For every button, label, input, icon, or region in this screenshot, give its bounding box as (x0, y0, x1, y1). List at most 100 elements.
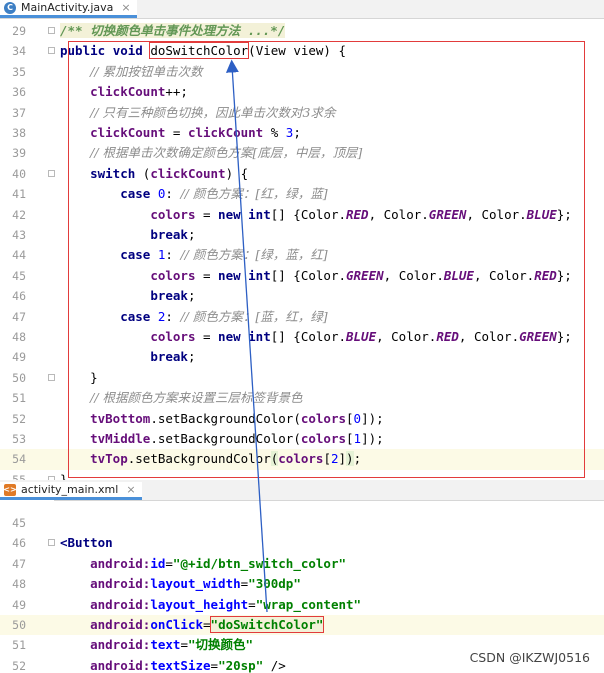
line-number: 50 (12, 618, 26, 632)
tab-label: activity_main.xml (21, 483, 119, 496)
code-line[interactable]: 37 // 只有三种颜色切换，因此单击次数对3求余 (0, 103, 604, 123)
line-number: 36 (12, 85, 26, 100)
line-number: 51 (12, 638, 26, 653)
xml-editor[interactable]: 45 46 <Button 47 android:id="@+id/btn_switc… (0, 500, 604, 673)
onclick-value-highlight: "doSwitchColor" (209, 616, 325, 633)
code-text: public void doSwitchColor(View view) { (60, 42, 347, 60)
tab-main-activity[interactable]: C MainActivity.java × (0, 0, 137, 18)
line-number: 38 (12, 126, 26, 140)
fold-marker-icon[interactable] (48, 539, 55, 547)
code-line[interactable]: 47 case 2: // 颜色方案：[蓝，红，绿] (0, 307, 604, 327)
tab-activity-main[interactable]: <> activity_main.xml × (0, 482, 142, 500)
line-number: 53 (12, 432, 26, 446)
code-line[interactable]: 42 colors = new int[] {Color.RED, Color.… (0, 205, 604, 225)
code-line[interactable]: 51 // 根据颜色方案来设置三层标签背景色 (0, 388, 604, 408)
code-line[interactable]: 36 clickCount++; (0, 82, 604, 102)
line-number: 48 (12, 577, 26, 592)
code-line[interactable]: 38 clickCount = clickCount % 3; (0, 123, 604, 143)
line-number: 34 (12, 44, 26, 59)
code-text: clickCount = clickCount % 3; (90, 125, 301, 140)
line-number: 48 (12, 330, 26, 344)
line-number: 44 (12, 248, 26, 263)
code-line[interactable]: 49 android:layout_height="wrap_content" (0, 595, 604, 615)
line-number: 54 (12, 452, 26, 467)
code-line[interactable]: 45 (0, 513, 604, 533)
fold-marker-icon[interactable] (48, 373, 55, 381)
code-line[interactable]: 45 colors = new int[] {Color.GREEN, Colo… (0, 266, 604, 286)
code-line[interactable]: 43 break; (0, 225, 604, 245)
code-text: android:id="@+id/btn_switch_color" (90, 555, 347, 571)
code-text: break; (150, 288, 196, 304)
code-text: clickCount++; (90, 84, 188, 100)
code-line[interactable]: 34 public void doSwitchColor(View view) { (0, 41, 604, 61)
code-line[interactable]: 48 android:layout_width="300dp" (0, 574, 604, 594)
code-line[interactable]: 46 <Button (0, 533, 604, 553)
line-number: 51 (12, 391, 26, 406)
line-number: 39 (12, 146, 26, 161)
code-line[interactable]: 40 switch (clickCount) { (0, 164, 604, 184)
line-number: 46 (12, 289, 26, 304)
code-line[interactable]: 50 android:onClick="doSwitchColor" (0, 615, 604, 636)
line-number: 42 (12, 207, 26, 222)
code-line[interactable]: 29 /** 切换颜色单击事件处理方法 ...*/ (0, 21, 604, 41)
line-number: 43 (12, 228, 26, 242)
line-number: 45 (12, 516, 26, 530)
line-number: 35 (12, 64, 26, 79)
line-number: 29 (12, 24, 26, 38)
code-text: /** 切换颜色单击事件处理方法 ...*/ (60, 23, 286, 38)
code-line[interactable]: 46 break; (0, 286, 604, 306)
close-icon[interactable]: × (121, 1, 130, 14)
line-number: 52 (12, 658, 26, 673)
fold-marker-icon[interactable] (48, 47, 55, 55)
code-line[interactable]: 55} (0, 470, 604, 480)
line-number: 41 (12, 187, 26, 202)
line-number: 49 (12, 597, 26, 612)
code-text: break; (150, 227, 196, 242)
code-text: // 只有三种颜色切换，因此单击次数对3求余 (90, 104, 336, 120)
line-number: 49 (12, 350, 26, 365)
code-text: case 0: // 颜色方案：[红，绿，蓝] (120, 186, 328, 202)
code-line[interactable]: 44 case 1: // 颜色方案：[绿，蓝，红] (0, 245, 604, 265)
line-number: 47 (12, 309, 26, 324)
code-line[interactable]: 49 break; (0, 347, 604, 367)
code-line[interactable]: 48 colors = new int[] {Color.BLUE, Color… (0, 327, 604, 347)
code-line[interactable]: 53 tvMiddle.setBackgroundColor(colors[1]… (0, 429, 604, 449)
fold-marker-icon[interactable] (48, 27, 55, 34)
code-line[interactable]: 47 android:id="@+id/btn_switch_color" (0, 554, 604, 574)
code-text: android:layout_width="300dp" (90, 576, 301, 592)
code-line[interactable]: 39 // 根据单击次数确定颜色方案[底层，中层，顶层] (0, 143, 604, 163)
close-icon[interactable]: × (126, 483, 135, 496)
line-number: 50 (12, 370, 26, 385)
code-text: } (60, 471, 68, 480)
code-line[interactable]: 52 tvBottom.setBackgroundColor(colors[0]… (0, 409, 604, 429)
java-class-icon: C (4, 1, 16, 14)
watermark: CSDN @IKZWJ0516 (469, 650, 590, 665)
code-text: } (60, 369, 98, 385)
line-number: 47 (12, 556, 26, 571)
xml-file-icon: <> (3, 483, 17, 496)
code-text: case 1: // 颜色方案：[绿，蓝，红] (120, 247, 328, 263)
line-number: 46 (12, 536, 26, 551)
code-text: break; (150, 349, 196, 365)
code-line[interactable]: 54 tvTop.setBackgroundColor(colors[2]); (0, 449, 604, 470)
code-text: android:layout_height="wrap_content" (90, 596, 362, 612)
code-line[interactable]: 41 case 0: // 颜色方案：[红，绿，蓝] (0, 184, 604, 204)
code-text: android:text="切换颜色" (90, 637, 254, 653)
code-text: switch (clickCount) { (90, 165, 249, 181)
fold-marker-icon[interactable] (48, 169, 55, 177)
java-editor[interactable]: 29 /** 切换颜色单击事件处理方法 ...*/ 34 public void do… (0, 19, 604, 480)
code-text: android:onClick="doSwitchColor" (90, 616, 325, 633)
code-text: tvTop.setBackgroundColor(colors[2]); (90, 451, 362, 467)
line-number: 37 (12, 105, 26, 120)
code-text: tvMiddle.setBackgroundColor(colors[1]); (90, 431, 384, 446)
code-line[interactable]: 50 } (0, 368, 604, 388)
code-text: case 2: // 颜色方案：[蓝，红，绿] (120, 308, 328, 324)
java-tab-bar: C MainActivity.java × (0, 0, 604, 19)
code-text: <Button (60, 535, 113, 551)
code-text: colors = new int[] {Color.RED, Color.GRE… (150, 206, 572, 222)
method-name-highlight: doSwitchColor (149, 42, 250, 60)
code-text: colors = new int[] {Color.GREEN, Color.B… (150, 267, 572, 283)
line-number: 52 (12, 411, 26, 426)
code-text: android:textSize="20sp" /> (90, 657, 286, 673)
code-line[interactable]: 35 // 累加按钮单击次数 (0, 62, 604, 82)
